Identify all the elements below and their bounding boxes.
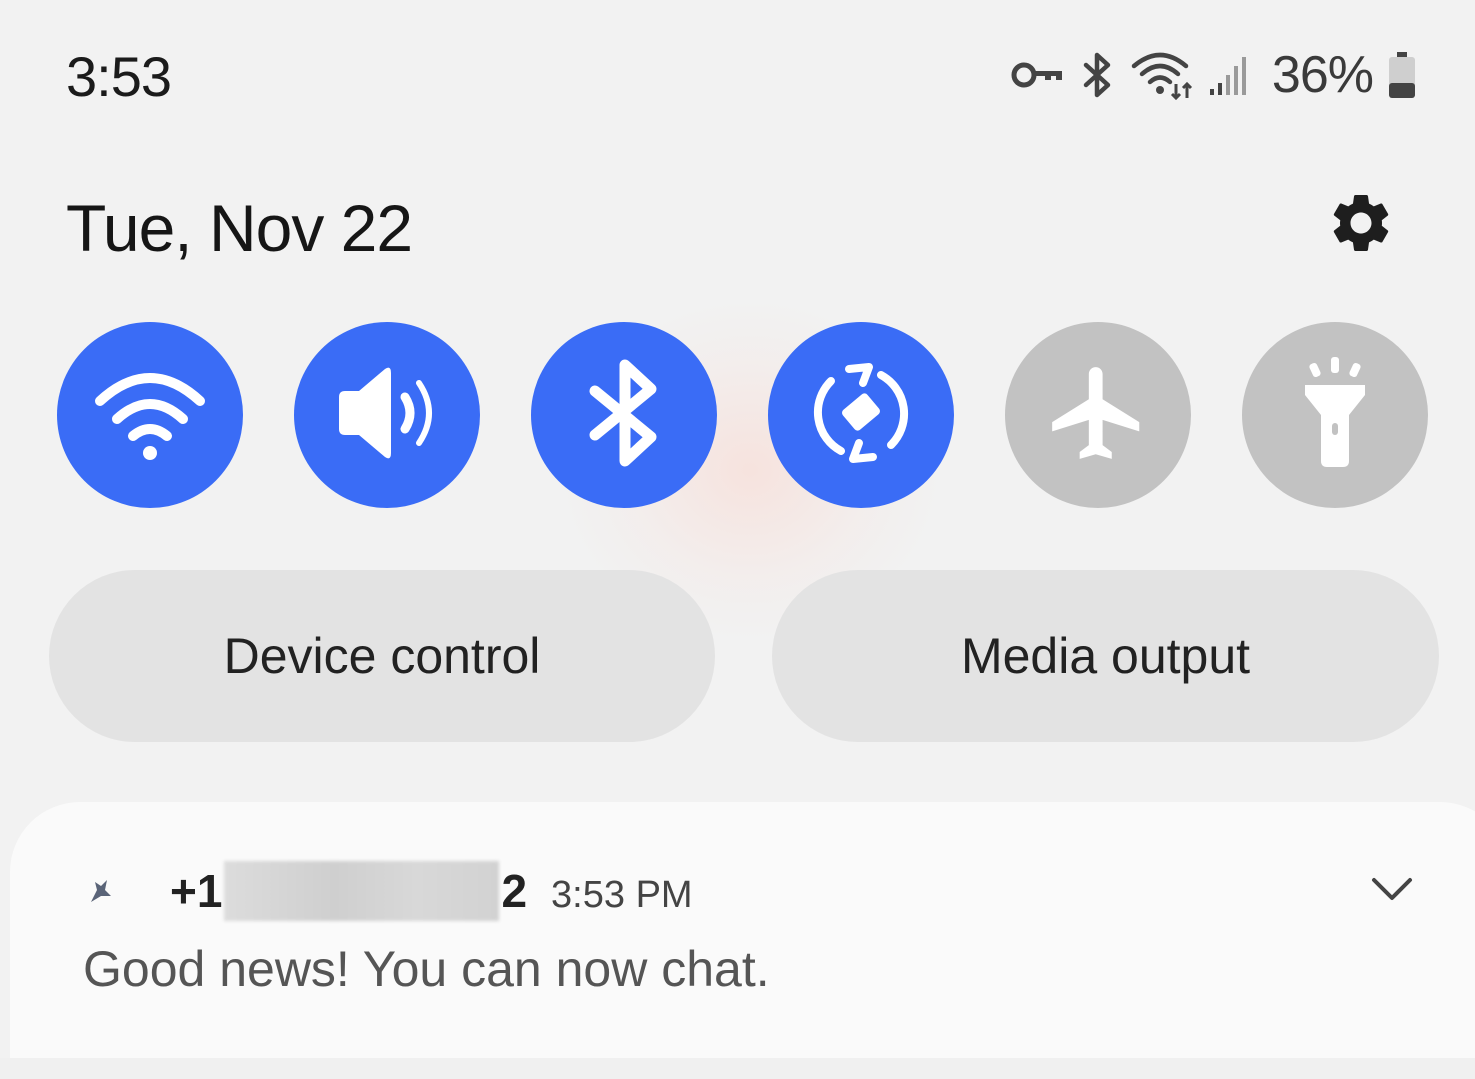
sender-suffix: 2: [501, 865, 528, 917]
flashlight-toggle[interactable]: [1242, 322, 1428, 508]
auto-rotate-toggle[interactable]: [768, 322, 954, 508]
notification-sender: +1 2: [170, 861, 527, 921]
device-control-button[interactable]: Device control: [49, 570, 715, 742]
date-label: Tue, Nov 22: [66, 191, 413, 265]
airplane-icon: [1043, 358, 1153, 473]
notification-header: +1 2 3:53 PM: [80, 856, 693, 926]
notification-card[interactable]: [10, 802, 1475, 1062]
settings-button[interactable]: [1322, 186, 1400, 264]
device-control-label: Device control: [223, 628, 541, 684]
redacted-number: [224, 861, 500, 921]
bluetooth-toggle[interactable]: [531, 322, 717, 508]
status-icons: 36%: [1010, 40, 1417, 110]
wifi-icon: [1130, 50, 1194, 100]
sound-toggle[interactable]: [294, 322, 480, 508]
wifi-toggle[interactable]: [57, 322, 243, 508]
notification-message: Good news! You can now chat.: [83, 941, 770, 997]
battery-icon: [1387, 50, 1417, 100]
chevron-down-icon: [1370, 874, 1414, 909]
messages-app-icon: [80, 871, 120, 911]
sender-prefix: +1: [170, 865, 223, 917]
bluetooth-icon: [579, 353, 669, 478]
notification-divider: [0, 1058, 1475, 1079]
rotate-icon: [801, 353, 921, 478]
flashlight-icon: [1285, 353, 1385, 478]
battery-percent: 36%: [1271, 46, 1374, 104]
expand-notification-button[interactable]: [1366, 868, 1418, 914]
media-output-button[interactable]: Media output: [772, 570, 1439, 742]
signal-icon: [1208, 53, 1252, 97]
notification-time: 3:53 PM: [551, 873, 693, 916]
vpn-key-icon: [1010, 58, 1066, 92]
status-time: 3:53: [66, 45, 172, 108]
volume-icon: [327, 353, 447, 478]
bluetooth-icon: [1080, 51, 1116, 99]
airplane-mode-toggle[interactable]: [1005, 322, 1191, 508]
wifi-icon: [90, 363, 210, 468]
gear-icon: [1326, 188, 1396, 263]
quick-panel: 3:53 36% Tue, Nov 22 Device control Medi…: [0, 0, 1475, 1079]
media-output-label: Media output: [960, 628, 1251, 684]
